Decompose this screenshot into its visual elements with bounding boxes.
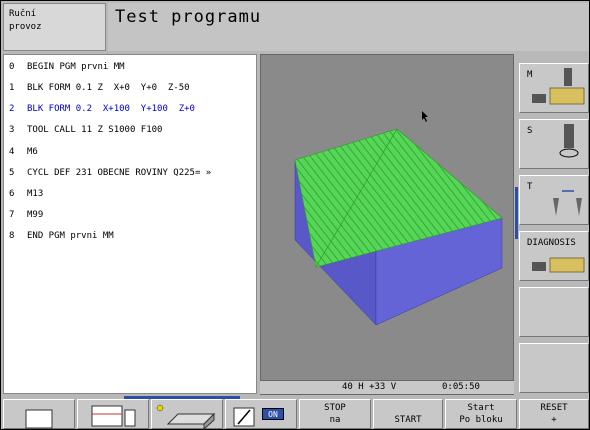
program-line[interactable]: 3 TOOL CALL 11 Z S1000 F100	[9, 125, 162, 135]
spindle-table-icon	[532, 68, 585, 105]
softkey-start-block-line2: Po bloku	[459, 415, 503, 425]
softkey-bottom-1[interactable]	[3, 399, 75, 429]
softkey-start-block-line1: Start	[467, 403, 495, 413]
workpiece-3d-view	[294, 111, 503, 326]
program-listing[interactable]: 0 BEGIN PGM prvni MM 1 BLK FORM 0.1 Z X+0 …	[3, 54, 257, 394]
softkey-empty-5[interactable]	[519, 287, 589, 337]
program-line[interactable]: 1 BLK FORM 0.1 Z X+0 Y+0 Z-50	[9, 83, 190, 93]
program-line[interactable]: 8 END PGM prvni MM	[9, 231, 114, 241]
softkey-stop-line2: na	[329, 415, 341, 425]
softkey-diagnosis[interactable]: DIAGNOSIS	[519, 231, 589, 281]
softkey-bottom-4[interactable]: ON	[225, 399, 297, 429]
blank-view-icon	[25, 409, 53, 429]
on-badge: ON	[262, 408, 284, 420]
program-line-active[interactable]: 2 BLK FORM 0.2 X+100 Y+100 Z+0	[9, 104, 195, 114]
softkey-stop[interactable]: STOP na	[299, 399, 371, 429]
softkey-start-single-block[interactable]: Start Po bloku	[445, 399, 517, 429]
simulation-graphics[interactable]	[260, 54, 514, 395]
softkey-reset-line1: RESET	[540, 403, 568, 413]
softkey-m[interactable]: M	[519, 63, 589, 113]
layout-view-icon	[91, 405, 136, 427]
softkey-bottom-2[interactable]	[77, 399, 149, 429]
softkey-t[interactable]: T	[519, 175, 589, 225]
operating-mode-panel[interactable]: Ruční provoz	[3, 3, 106, 51]
cnc-window: Ruční provoz Test programu 0 BEGIN PGM pr…	[0, 0, 590, 430]
softkey-reset-line2: +	[551, 415, 557, 425]
program-line[interactable]: 4 M6	[9, 147, 38, 157]
program-line[interactable]: 5 CYCL DEF 231 OBECNE ROVINY Q225= »	[9, 168, 211, 178]
program-line[interactable]: 0 BEGIN PGM prvni MM	[9, 62, 125, 72]
mouse-cursor-icon	[422, 111, 428, 122]
operating-mode-label: Ruční provoz	[9, 9, 42, 32]
softkey-empty-6[interactable]	[519, 343, 589, 393]
spindle-rotation-icon	[559, 124, 579, 158]
program-line[interactable]: 6 M13	[9, 189, 43, 199]
position-readout: 40 H +33 V	[342, 382, 397, 392]
softkey-stop-line1: STOP	[324, 403, 346, 413]
softkey-start-label: START	[394, 415, 422, 425]
page-title: Test programu	[115, 7, 262, 27]
machine-table-icon	[532, 257, 585, 273]
softkey-start[interactable]: START	[373, 399, 443, 429]
tool-change-icon	[553, 190, 582, 216]
3d-block-icon	[156, 404, 216, 430]
time-readout: 0:05:50	[442, 382, 480, 392]
program-line[interactable]: 7 M99	[9, 210, 43, 220]
softkey-bottom-3[interactable]	[151, 399, 223, 430]
title-bar: Test programu	[108, 3, 589, 51]
softkey-s[interactable]: S	[519, 119, 589, 169]
status-bar: 40 H +33 V 0:05:50	[260, 380, 514, 394]
active-key-indicator	[515, 187, 518, 239]
softkey-reset[interactable]: RESET +	[519, 399, 589, 429]
